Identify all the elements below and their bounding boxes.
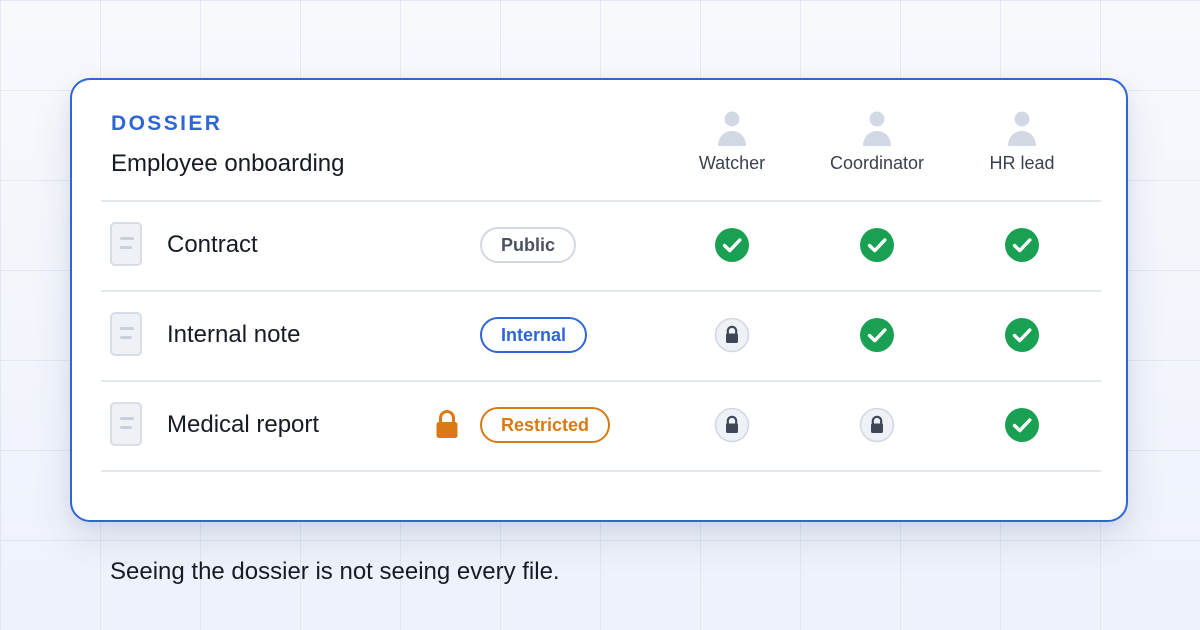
document-icon [110,222,142,266]
user-icon [863,111,891,146]
role-column-coordinator: Coordinator [807,110,947,174]
file-row[interactable]: Contract Public [101,201,1101,289]
file-name: Medical report [167,411,320,438]
document-icon [110,402,142,446]
access-granted-check-icon [859,317,895,353]
row-divider [101,470,1101,472]
user-icon [1008,111,1036,146]
role-column-hr-lead: HR lead [952,110,1092,174]
file-name: Internal note [167,321,301,348]
role-label: HR lead [989,153,1055,173]
access-locked-icon [714,317,750,353]
file-name: Contract [167,231,258,258]
caption: Seeing the dossier is not seeing every f… [110,558,560,585]
visibility-badge-restricted: Restricted [480,407,611,443]
role-label: Watcher [698,153,766,173]
access-granted-check-icon [859,227,895,263]
file-row[interactable]: Internal note Internal [101,291,1101,379]
restricted-lock-icon [435,409,459,439]
access-granted-check-icon [1004,407,1040,443]
visibility-badge-public: Public [480,227,577,263]
access-granted-check-icon [1004,227,1040,263]
role-label: Coordinator [829,153,925,173]
access-granted-check-icon [714,227,750,263]
access-locked-icon [859,407,895,443]
user-icon [718,111,746,146]
access-locked-icon [714,407,750,443]
file-row[interactable]: Medical report Restricted [101,381,1101,469]
dossier-card: DOSSIER Employee onboarding Watcher Coord… [70,78,1128,522]
card-title: Employee onboarding [111,150,345,177]
card-eyebrow: DOSSIER [111,112,223,135]
access-granted-check-icon [1004,317,1040,353]
visibility-badge-internal: Internal [480,317,588,353]
role-column-watcher: Watcher [662,110,802,174]
document-icon [110,312,142,356]
